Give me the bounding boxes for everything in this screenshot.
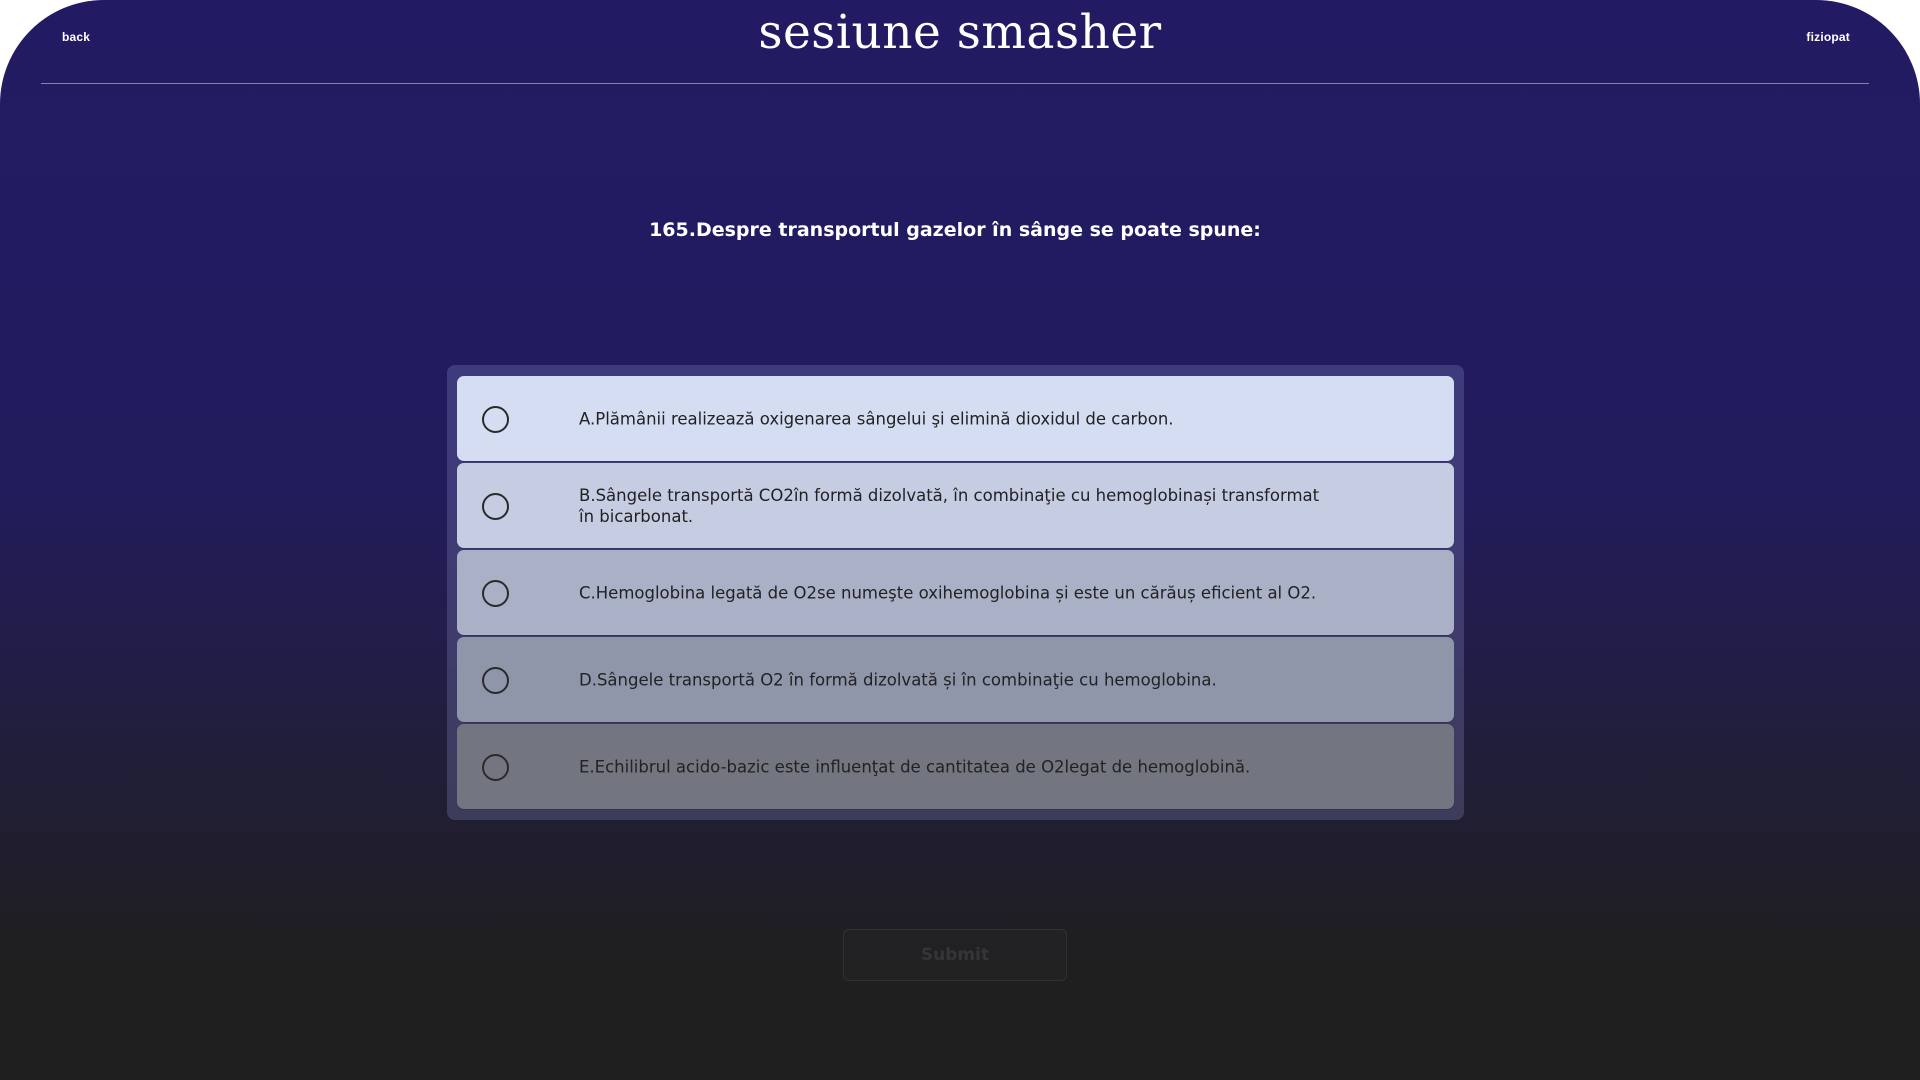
- option-e[interactable]: E.Echilibrul acido-bazic este influenţat…: [457, 724, 1454, 809]
- option-e-text: E.Echilibrul acido-bazic este influenţat…: [579, 757, 1251, 776]
- option-a-text: A.Plămânii realizează oxigenarea sângelu…: [579, 409, 1174, 428]
- radio-button-d[interactable]: [482, 667, 509, 694]
- options-panel: A.Plămânii realizează oxigenarea sângelu…: [447, 365, 1464, 820]
- option-d-text: D.Sângele transportă O2 în formă dizolva…: [579, 670, 1217, 689]
- option-b-text: B.Sângele transportă CO2în formă dizolva…: [579, 485, 1320, 526]
- option-c-text: C.Hemoglobina legată de O2se numeşte oxi…: [579, 583, 1317, 602]
- option-b[interactable]: B.Sângele transportă CO2în formă dizolva…: [457, 463, 1454, 548]
- option-c[interactable]: C.Hemoglobina legată de O2se numeşte oxi…: [457, 550, 1454, 635]
- question-text: 165.Despre transportul gazelor în sânge …: [649, 219, 1261, 241]
- radio-button-e[interactable]: [482, 754, 509, 781]
- header-divider: [41, 83, 1869, 84]
- radio-button-c[interactable]: [482, 580, 509, 607]
- option-a[interactable]: A.Plămânii realizează oxigenarea sângelu…: [457, 376, 1454, 461]
- option-d[interactable]: D.Sângele transportă O2 în formă dizolva…: [457, 637, 1454, 722]
- app-window: back sesiune smasher fiziopat 165.Despre…: [0, 0, 1920, 1080]
- radio-button-b[interactable]: [482, 493, 509, 520]
- submit-button[interactable]: Submit: [843, 929, 1067, 981]
- header: back sesiune smasher fiziopat: [0, 0, 1920, 84]
- app-title: sesiune smasher: [758, 5, 1162, 60]
- radio-button-a[interactable]: [482, 406, 509, 433]
- subject-link[interactable]: fiziopat: [1806, 30, 1850, 44]
